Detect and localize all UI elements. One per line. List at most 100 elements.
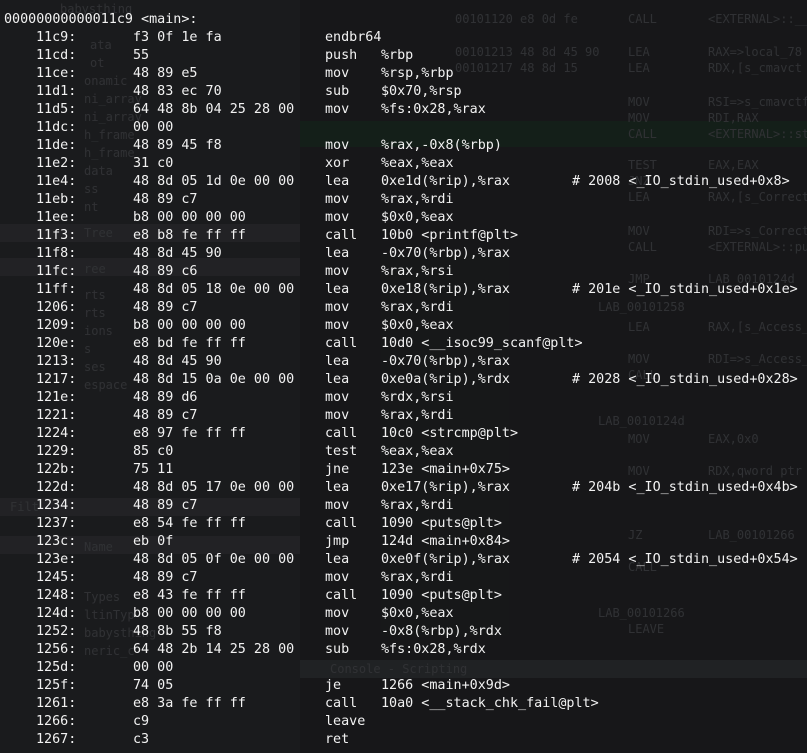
asm-row: 11f3: e8 b8 fe ff ff call 10b0 <printf@plt>	[0, 227, 807, 245]
asm-operands: 10a0 <__stack_chk_fail@plt>	[381, 696, 599, 711]
asm-address: 1237:	[36, 516, 77, 531]
asm-bytes: 48 89 c7	[133, 300, 198, 315]
asm-operands: $0x0,%eax	[381, 606, 454, 621]
asm-bytes: 48 89 e5	[133, 66, 198, 81]
asm-operands: %rsp,%rbp	[381, 66, 454, 81]
asm-address: 11f8:	[36, 246, 77, 261]
asm-bytes: 48 8b 55 f8	[133, 624, 222, 639]
asm-address: 1213:	[36, 354, 77, 369]
asm-operands: %eax,%eax	[381, 444, 454, 459]
asm-bytes: 64 48 2b 14 25 28 00	[133, 642, 295, 657]
asm-address: 123e:	[36, 552, 77, 567]
asm-bytes: eb 0f	[133, 534, 174, 549]
asm-mnemonic: mov	[325, 66, 350, 81]
asm-row: 1209: b8 00 00 00 00 mov $0x0,%eax	[0, 317, 807, 335]
asm-row: 11ee: b8 00 00 00 00 mov $0x0,%eax	[0, 209, 807, 227]
asm-operands: 1266 <main+0x9d>	[381, 678, 510, 693]
asm-operands: %rax,%rdi	[381, 300, 454, 315]
asm-row: 120e: e8 bd fe ff ff call 10d0 <__isoc99_sc…	[0, 335, 807, 353]
asm-operands: %rdx,%rsi	[381, 390, 454, 405]
asm-mnemonic: endbr64	[325, 30, 382, 45]
asm-mnemonic: lea	[325, 354, 350, 369]
asm-mnemonic: call	[325, 516, 358, 531]
asm-mnemonic: mov	[325, 210, 350, 225]
asm-address: 11f3:	[36, 228, 77, 243]
terminal-output: 00000000000011c9 <main>: 11c9: f3 0f 1e f…	[0, 0, 807, 753]
asm-address: 121e:	[36, 390, 77, 405]
asm-bytes: 48 8d 05 0f 0e 00 00	[133, 552, 295, 567]
asm-address: 1266:	[36, 714, 77, 729]
asm-row: 1256: 64 48 2b 14 25 28 00 sub %fs:0x28,%rd…	[0, 641, 807, 659]
asm-bytes: c3	[133, 732, 150, 747]
asm-bytes: e8 43 fe ff ff	[133, 588, 246, 603]
asm-mnemonic: test	[325, 444, 358, 459]
asm-operands: %fs:0x28,%rdx	[381, 642, 486, 657]
asm-mnemonic: je	[325, 678, 342, 693]
asm-row: 1267: c3 ret	[0, 731, 807, 749]
asm-bytes: 00 00	[133, 120, 174, 135]
asm-bytes: 48 89 c6	[133, 264, 198, 279]
asm-address: 11d1:	[36, 84, 77, 99]
asm-row: 125f: 74 05 je 1266 <main+0x9d>	[0, 677, 807, 695]
asm-row: 1245: 48 89 c7 mov %rax,%rdi	[0, 569, 807, 587]
asm-mnemonic: call	[325, 696, 358, 711]
asm-comment: # 201e <_IO_stdin_used+0x1e>	[572, 282, 798, 297]
asm-address: 1248:	[36, 588, 77, 603]
asm-bytes: b8 00 00 00 00	[133, 606, 246, 621]
asm-comment: # 204b <_IO_stdin_used+0x4b>	[572, 480, 798, 495]
asm-bytes: 64 48 8b 04 25 28 00	[133, 102, 295, 117]
asm-address: 123c:	[36, 534, 77, 549]
asm-mnemonic: mov	[325, 390, 350, 405]
asm-operands: %rax,%rdi	[381, 192, 454, 207]
asm-address: 1221:	[36, 408, 77, 423]
asm-bytes: e8 97 fe ff ff	[133, 426, 246, 441]
asm-mnemonic: jmp	[325, 534, 350, 549]
asm-address: 1256:	[36, 642, 77, 657]
asm-mnemonic: mov	[325, 606, 350, 621]
asm-row: 11ce: 48 89 e5 mov %rsp,%rbp	[0, 65, 807, 83]
asm-address: 1229:	[36, 444, 77, 459]
asm-operands: %fs:0x28,%rax	[381, 102, 486, 117]
asm-mnemonic: jne	[325, 462, 350, 477]
asm-mnemonic: mov	[325, 192, 350, 207]
asm-address: 11eb:	[36, 192, 77, 207]
asm-row: 11fc: 48 89 c6 mov %rax,%rsi	[0, 263, 807, 281]
asm-address: 11ce:	[36, 66, 77, 81]
asm-mnemonic: sub	[325, 84, 350, 99]
asm-bytes: 48 8d 15 0a 0e 00 00	[133, 372, 295, 387]
asm-mnemonic: lea	[325, 480, 350, 495]
asm-address: 1217:	[36, 372, 77, 387]
asm-mnemonic: ret	[325, 732, 350, 747]
asm-mnemonic: mov	[325, 318, 350, 333]
asm-operands: $0x0,%eax	[381, 210, 454, 225]
asm-address: 11dc:	[36, 120, 77, 135]
asm-row: 1248: e8 43 fe ff ff call 1090 <puts@plt>	[0, 587, 807, 605]
asm-address: 1209:	[36, 318, 77, 333]
asm-bytes: 48 8d 05 18 0e 00 00	[133, 282, 295, 297]
asm-operands: %eax,%eax	[381, 156, 454, 171]
asm-operands: %rax,%rsi	[381, 264, 454, 279]
asm-operands: $0x0,%eax	[381, 318, 454, 333]
asm-bytes: 00 00	[133, 660, 174, 675]
asm-row: 1221: 48 89 c7 mov %rax,%rdi	[0, 407, 807, 425]
asm-mnemonic: sub	[325, 642, 350, 657]
asm-row: 1234: 48 89 c7 mov %rax,%rdi	[0, 497, 807, 515]
asm-bytes: 55	[133, 48, 150, 63]
asm-operands: 123e <main+0x75>	[381, 462, 510, 477]
asm-bytes: 75 11	[133, 462, 174, 477]
asm-row: 1261: e8 3a fe ff ff call 10a0 <__stack_chk…	[0, 695, 807, 713]
asm-bytes: b8 00 00 00 00	[133, 318, 246, 333]
asm-mnemonic: mov	[325, 300, 350, 315]
asm-mnemonic: lea	[325, 282, 350, 297]
asm-operands: 10c0 <strcmp@plt>	[381, 426, 519, 441]
asm-row: 11d1: 48 83 ec 70 sub $0x70,%rsp	[0, 83, 807, 101]
asm-mnemonic: lea	[325, 246, 350, 261]
asm-mnemonic: mov	[325, 570, 350, 585]
asm-bytes: 48 8d 45 90	[133, 354, 222, 369]
asm-operands: 10d0 <__isoc99_scanf@plt>	[381, 336, 583, 351]
asm-operands: -0x8(%rbp),%rdx	[381, 624, 502, 639]
asm-row: 125d: 00 00	[0, 659, 807, 677]
asm-bytes: 48 89 d6	[133, 390, 198, 405]
asm-address: 11d5:	[36, 102, 77, 117]
asm-mnemonic: mov	[325, 408, 350, 423]
